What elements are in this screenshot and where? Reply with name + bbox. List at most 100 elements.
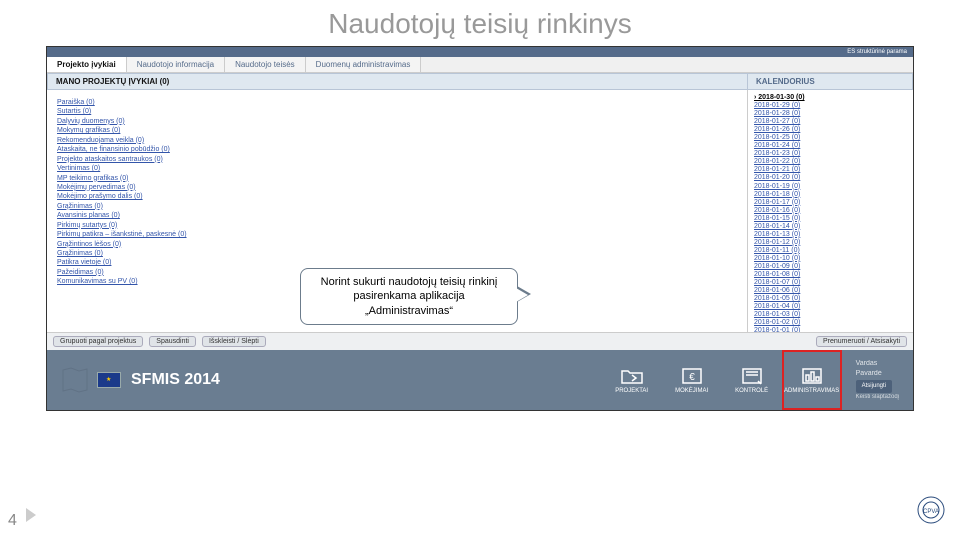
callout: Norint sukurti naudotojų teisių rinkinį … xyxy=(300,268,518,325)
tab-label: Naudotojo informacija xyxy=(137,60,214,69)
nav-projektai[interactable]: PROJEKTAI xyxy=(602,350,662,410)
logout-button[interactable]: Atsijungti xyxy=(856,380,892,392)
user-block: Vardas Pavardė Atsijungti Keisti slaptaž… xyxy=(842,359,913,401)
user-surname: Pavardė xyxy=(856,370,882,377)
event-link[interactable]: Rekomenduojama veikla (0) xyxy=(57,136,737,145)
calendar-link[interactable]: 2018-01-16 (0) xyxy=(754,207,907,215)
event-link[interactable]: Sutartis (0) xyxy=(57,107,737,116)
user-name: Vardas xyxy=(856,360,878,367)
event-link[interactable]: Dalyvių duomenys (0) xyxy=(57,117,737,126)
tab-duomenu-admin[interactable]: Duomenų administravimas xyxy=(306,57,422,72)
calendar-link[interactable]: 2018-01-10 (0) xyxy=(754,255,907,263)
page-number: 4 xyxy=(8,512,17,530)
svg-text:€: € xyxy=(689,372,695,383)
toolbar: Grupuoti pagal projektus Spausdinti Išsk… xyxy=(47,332,913,350)
subheader-calendar: KALENDORIUS xyxy=(747,73,913,90)
calendar-link[interactable]: 2018-01-13 (0) xyxy=(754,231,907,239)
calendar-link[interactable]: 2018-01-08 (0) xyxy=(754,271,907,279)
tab-naudotojo-teises[interactable]: Naudotojo teisės xyxy=(225,57,306,72)
calendar-link[interactable]: 2018-01-28 (0) xyxy=(754,110,907,118)
calendar-link[interactable]: › 2018-01-30 (0) xyxy=(754,94,907,102)
tab-label: Projekto įvykiai xyxy=(57,60,116,69)
event-link[interactable]: Mokėjimo prašymo dalis (0) xyxy=(57,192,737,201)
calendar-link[interactable]: 2018-01-21 (0) xyxy=(754,166,907,174)
calendar-link[interactable]: 2018-01-04 (0) xyxy=(754,303,907,311)
calendar-link[interactable]: 2018-01-03 (0) xyxy=(754,311,907,319)
event-link[interactable]: Vertinimas (0) xyxy=(57,164,737,173)
event-link[interactable]: Pirkimų patikra – išankstinė, paskesnė (… xyxy=(57,230,737,239)
calendar-link[interactable]: 2018-01-15 (0) xyxy=(754,215,907,223)
calendar-link[interactable]: 2018-01-26 (0) xyxy=(754,126,907,134)
nav-administravimas[interactable]: ADMINISTRAVIMAS xyxy=(782,350,842,410)
brand-name: SFMIS 2014 xyxy=(131,371,220,389)
logo-area: SFMIS 2014 xyxy=(47,364,232,396)
calendar-link[interactable]: 2018-01-24 (0) xyxy=(754,142,907,150)
admin-icon xyxy=(800,367,824,385)
print-button[interactable]: Spausdinti xyxy=(149,336,196,347)
calendar-link[interactable]: 2018-01-27 (0) xyxy=(754,118,907,126)
event-link[interactable]: Grąžinimas (0) xyxy=(57,202,737,211)
calendar-link[interactable]: 2018-01-22 (0) xyxy=(754,158,907,166)
page-title: Naudotojų teisių rinkinys xyxy=(0,0,960,46)
calendar-link[interactable]: 2018-01-18 (0) xyxy=(754,191,907,199)
callout-text: Norint sukurti naudotojų teisių rinkinį … xyxy=(321,276,498,317)
event-link[interactable]: Mokymų grafikas (0) xyxy=(57,126,737,135)
event-link[interactable]: Pirkimų sutartys (0) xyxy=(57,221,737,230)
calendar-link[interactable]: 2018-01-23 (0) xyxy=(754,150,907,158)
calendar-link[interactable]: 2018-01-19 (0) xyxy=(754,183,907,191)
svg-text:CPVA: CPVA xyxy=(923,509,939,515)
top-bar: ES struktūrinė parama xyxy=(47,47,913,57)
event-link[interactable]: MP teikimo grafikas (0) xyxy=(57,174,737,183)
calendar-link[interactable]: 2018-01-12 (0) xyxy=(754,239,907,247)
event-link[interactable]: Grąžinimas (0) xyxy=(57,249,737,258)
calendar-link[interactable]: 2018-01-05 (0) xyxy=(754,295,907,303)
eu-flag-icon xyxy=(97,372,121,388)
event-link[interactable]: Ataskaita, ne finansinio pobūdžio (0) xyxy=(57,145,737,154)
event-link[interactable]: Projekto ataskaitos santraukos (0) xyxy=(57,155,737,164)
change-password-link[interactable]: Keisti slaptažodį xyxy=(856,393,899,401)
event-link[interactable]: Grąžintinos lėšos (0) xyxy=(57,240,737,249)
nav-mokejimai[interactable]: € MOKĖJIMAI xyxy=(662,350,722,410)
calendar-link[interactable]: 2018-01-07 (0) xyxy=(754,279,907,287)
calendar-panel: › 2018-01-30 (0)2018-01-29 (0)2018-01-28… xyxy=(747,90,913,332)
nav-label: ADMINISTRAVIMAS xyxy=(784,388,839,394)
event-link[interactable]: Paraiška (0) xyxy=(57,98,737,107)
euro-icon: € xyxy=(680,367,704,385)
calendar-link[interactable]: 2018-01-06 (0) xyxy=(754,287,907,295)
tab-naudotojo-info[interactable]: Naudotojo informacija xyxy=(127,57,225,72)
subscribe-button[interactable]: Prenumeruoti / Atsisakyti xyxy=(816,336,907,347)
expand-button[interactable]: Išskleisti / Slėpti xyxy=(202,336,266,347)
slide-marker-icon xyxy=(26,508,36,522)
calendar-link[interactable]: 2018-01-25 (0) xyxy=(754,134,907,142)
calendar-link[interactable]: 2018-01-17 (0) xyxy=(754,199,907,207)
map-icon xyxy=(59,364,91,396)
calendar-link[interactable]: 2018-01-11 (0) xyxy=(754,247,907,255)
control-icon xyxy=(740,367,764,385)
group-button[interactable]: Grupuoti pagal projektus xyxy=(53,336,143,347)
tab-projekto-ivykiai[interactable]: Projekto įvykiai xyxy=(47,57,127,72)
cpva-logo: CPVA xyxy=(916,495,946,530)
event-link[interactable]: Mokėjimų pervedimas (0) xyxy=(57,183,737,192)
event-link[interactable]: Patikra vietoje (0) xyxy=(57,258,737,267)
nav-kontrole[interactable]: KONTROLĖ xyxy=(722,350,782,410)
main-tabs: Projekto įvykiai Naudotojo informacija N… xyxy=(47,57,913,73)
calendar-link[interactable]: 2018-01-29 (0) xyxy=(754,102,907,110)
nav-label: MOKĖJIMAI xyxy=(675,388,708,394)
sub-header: MANO PROJEKTŲ ĮVYKIAI (0) KALENDORIUS xyxy=(47,73,913,90)
tab-label: Duomenų administravimas xyxy=(316,60,411,69)
calendar-link[interactable]: 2018-01-14 (0) xyxy=(754,223,907,231)
bottom-nav: SFMIS 2014 PROJEKTAI € MOKĖJIMAI KONTROL… xyxy=(47,350,913,410)
subheader-events: MANO PROJEKTŲ ĮVYKIAI (0) xyxy=(47,73,747,90)
calendar-link[interactable]: 2018-01-20 (0) xyxy=(754,174,907,182)
calendar-link[interactable]: 2018-01-02 (0) xyxy=(754,319,907,327)
nav-items: PROJEKTAI € MOKĖJIMAI KONTROLĖ ADMINISTR… xyxy=(602,350,842,410)
event-list: Paraiška (0)Sutartis (0)Dalyvių duomenys… xyxy=(57,98,737,287)
nav-label: PROJEKTAI xyxy=(615,388,648,394)
event-link[interactable]: Avansinis planas (0) xyxy=(57,211,737,220)
app-window: ES struktūrinė parama Projekto įvykiai N… xyxy=(46,46,914,411)
calendar-link[interactable]: 2018-01-01 (0) xyxy=(754,327,907,332)
calendar-link[interactable]: 2018-01-09 (0) xyxy=(754,263,907,271)
tab-label: Naudotojo teisės xyxy=(235,60,295,69)
topbar-text: ES struktūrinė parama xyxy=(847,49,907,55)
folder-icon xyxy=(620,367,644,385)
